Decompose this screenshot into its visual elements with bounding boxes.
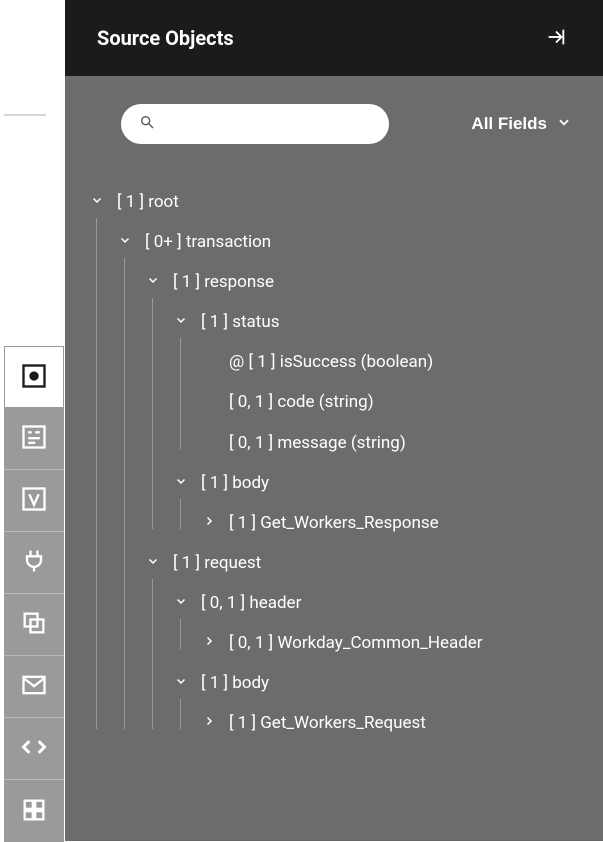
collapse-right-icon [545,26,567,51]
chevron-down-icon[interactable] [173,675,189,687]
tree-node-label: [ 1 ] body [201,472,579,494]
tree-view: [ 1 ] root [ 0+ ] transaction [ 1 ] respon… [65,162,603,767]
grid-apps-icon [20,796,48,827]
filter-dropdown-label: All Fields [471,114,547,134]
chevron-down-icon[interactable] [117,234,133,246]
left-gutter [0,0,65,841]
tool-btn-plug[interactable] [4,532,64,594]
tree-node[interactable]: [ 1 ] root [89,182,579,222]
tool-btn-envelope[interactable] [4,656,64,718]
tool-btn-target[interactable] [4,346,64,408]
collapse-panel-button[interactable] [541,22,571,55]
tree-node[interactable]: [ 1 ] status [173,302,579,342]
tool-btn-grid[interactable] [4,780,64,842]
panel-title: Source Objects [97,26,234,50]
tree-node-label: [ 0, 1 ] message (string) [229,432,579,454]
search-input[interactable] [165,116,371,133]
tree-node: @ [ 1 ] isSuccess (boolean) [201,342,579,382]
target-square-icon [20,362,48,393]
tool-btn-code[interactable] [4,718,64,780]
form-list-icon [20,423,48,454]
tree-node-label: @ [ 1 ] isSuccess (boolean) [229,351,579,373]
chevron-down-icon[interactable] [145,274,161,286]
plug-icon [20,547,48,578]
chevron-down-icon[interactable] [173,595,189,607]
tree-node[interactable]: [ 1 ] body [173,463,579,503]
chevron-right-icon[interactable] [201,635,217,647]
chevron-down-icon [557,114,571,134]
tree-node[interactable]: [ 1 ] Get_Workers_Response [201,503,579,543]
chevron-down-icon[interactable] [173,475,189,487]
tree-node-label: [ 1 ] root [117,191,579,213]
filter-dropdown[interactable]: All Fields [471,114,571,134]
tool-btn-variable[interactable] [4,470,64,532]
tree-node[interactable]: [ 1 ] body [173,663,579,703]
tree-node-label: [ 0+ ] transaction [145,231,579,253]
source-objects-panel: Source Objects All Fields [ 1 ] root [ 0+… [65,0,603,841]
chevron-down-icon[interactable] [145,555,161,567]
tree-node: [ 0, 1 ] message (string) [201,423,579,463]
tree-node-label: [ 1 ] status [201,311,579,333]
panel-header: Source Objects [65,0,603,76]
tool-btn-stack[interactable] [4,594,64,656]
tree-node[interactable]: [ 0+ ] transaction [117,222,579,262]
variable-v-icon [20,485,48,516]
tree-node[interactable]: [ 0, 1 ] header [173,583,579,623]
tree-node[interactable]: [ 1 ] Get_Workers_Request [201,703,579,743]
chevron-right-icon[interactable] [201,715,217,727]
code-icon [20,733,48,764]
tree-node: [ 0, 1 ] code (string) [201,382,579,422]
tree-node-label: [ 1 ] request [173,552,579,574]
chevron-down-icon[interactable] [89,194,105,206]
search-row: All Fields [65,76,603,162]
tree-node-label: [ 0, 1 ] code (string) [229,391,579,413]
tool-btn-form[interactable] [4,408,64,470]
search-box[interactable] [121,104,389,144]
chevron-down-icon[interactable] [173,314,189,326]
tree-node-label: [ 0, 1 ] Workday_Common_Header [229,632,579,654]
tree-node-label: [ 1 ] response [173,271,579,293]
tree-node-label: [ 1 ] Get_Workers_Response [229,512,579,534]
tree-node[interactable]: [ 0, 1 ] Workday_Common_Header [201,623,579,663]
left-toolbar [4,346,64,842]
tree-node[interactable]: [ 1 ] response [145,262,579,302]
gutter-divider [4,114,46,116]
stack-copy-icon [20,609,48,640]
tree-node[interactable]: [ 1 ] request [145,543,579,583]
search-icon [139,114,155,134]
tree-node-label: [ 0, 1 ] header [201,592,579,614]
tree-node-label: [ 1 ] body [201,672,579,694]
chevron-right-icon[interactable] [201,515,217,527]
envelope-icon [20,671,48,702]
tree-node-label: [ 1 ] Get_Workers_Request [229,712,579,734]
